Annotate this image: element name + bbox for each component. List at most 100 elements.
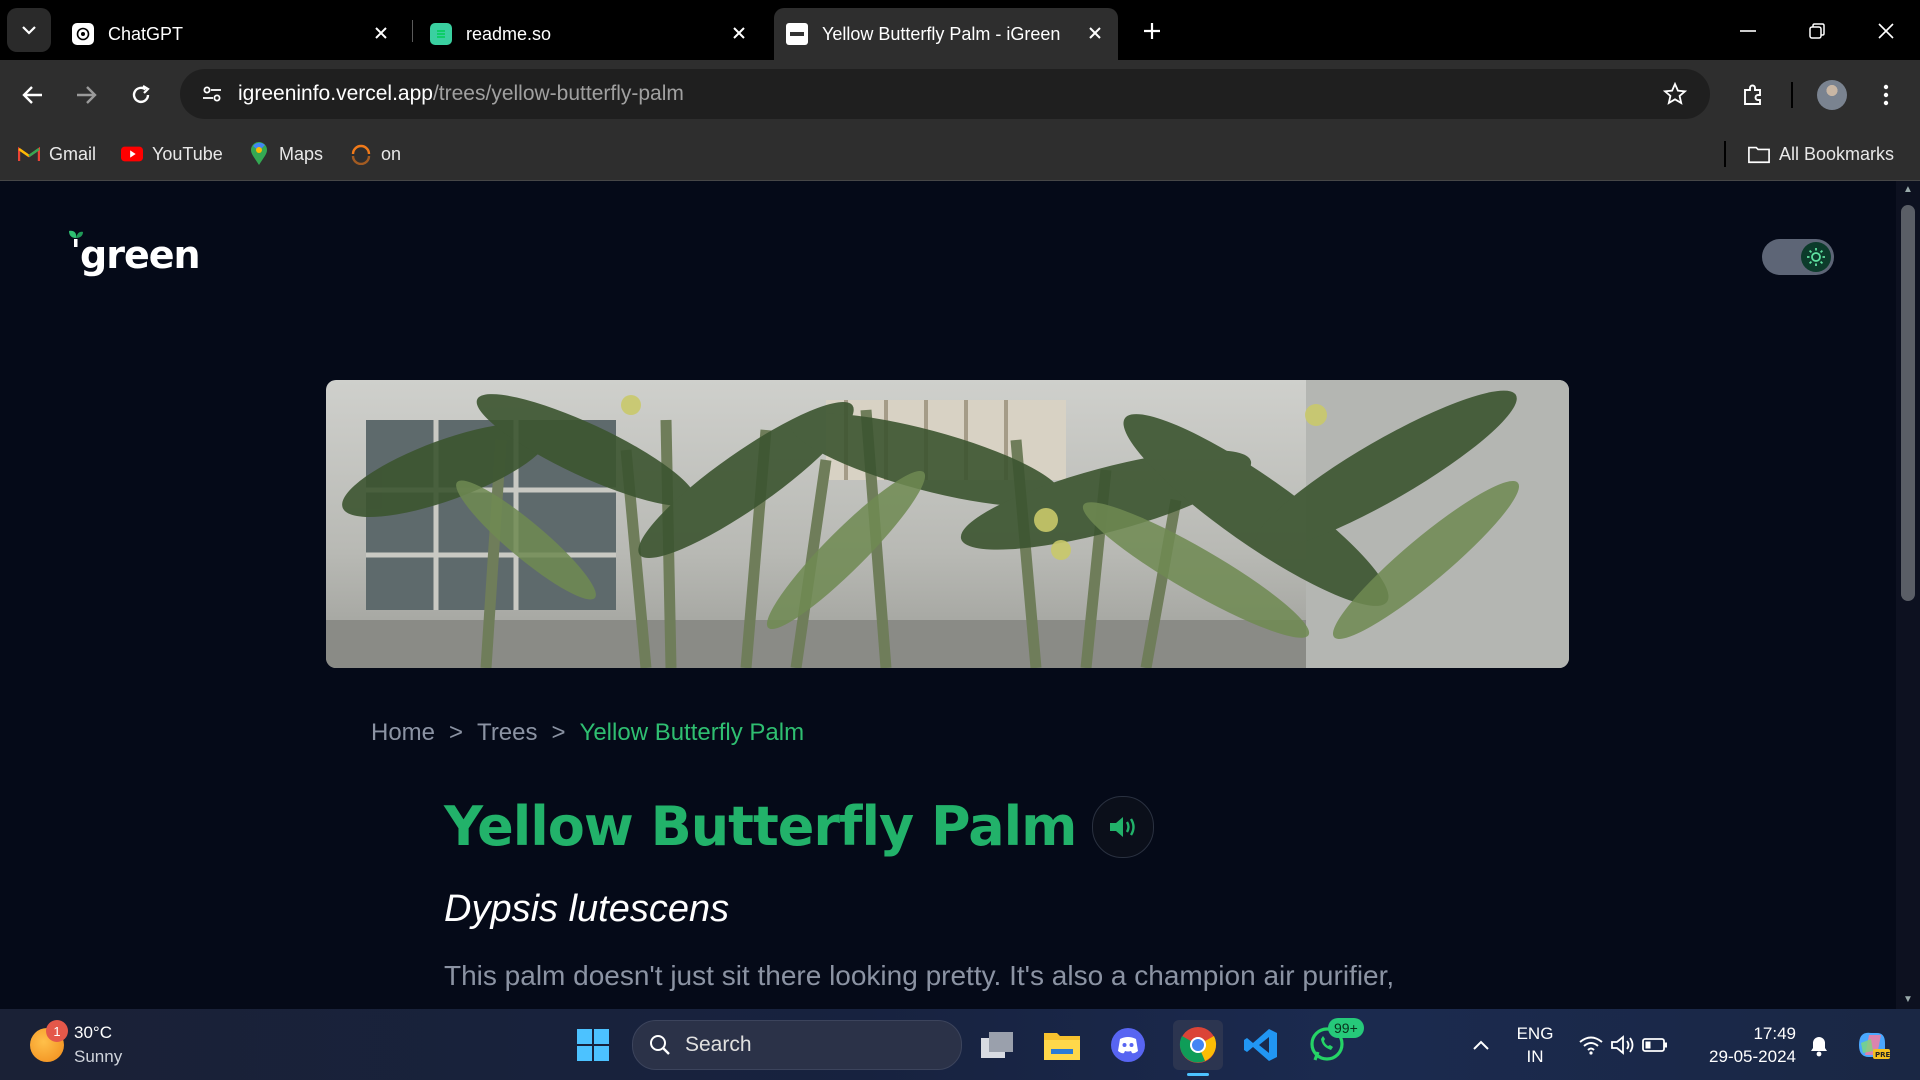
bookmark-star-icon[interactable] bbox=[1660, 79, 1690, 109]
bell-icon bbox=[1811, 1037, 1827, 1057]
arrow-left-icon bbox=[22, 86, 42, 104]
tab-search-button[interactable] bbox=[7, 8, 51, 52]
readme-icon bbox=[430, 23, 452, 45]
breadcrumb-separator: > bbox=[551, 719, 566, 746]
gmail-icon bbox=[18, 143, 40, 165]
breadcrumb-separator: > bbox=[449, 719, 464, 746]
bookmark-gmail[interactable]: Gmail bbox=[18, 140, 96, 168]
copilot-icon: PRE bbox=[1859, 1032, 1891, 1059]
clock[interactable]: 17:49 29-05-2024 bbox=[1700, 1022, 1796, 1068]
avatar bbox=[1817, 80, 1847, 110]
close-icon bbox=[1878, 23, 1894, 39]
sun-icon bbox=[1801, 242, 1831, 272]
notification-badge: 1 bbox=[46, 1020, 68, 1042]
copilot-button[interactable]: PRE bbox=[1852, 1024, 1894, 1066]
site-info-icon[interactable] bbox=[194, 76, 230, 112]
close-window-button[interactable] bbox=[1869, 14, 1903, 48]
svg-text:PRE: PRE bbox=[1875, 1051, 1891, 1059]
search-label: Search bbox=[685, 1033, 752, 1056]
task-view-button[interactable] bbox=[976, 1024, 1018, 1066]
igreen-logo[interactable]: green bbox=[69, 230, 201, 277]
show-hidden-icons-button[interactable] bbox=[1460, 1024, 1502, 1066]
active-app-indicator bbox=[1187, 1073, 1209, 1076]
weather-sun-icon: 1 bbox=[30, 1020, 68, 1062]
forward-button[interactable] bbox=[68, 77, 104, 113]
discord-button[interactable] bbox=[1107, 1024, 1149, 1066]
maps-icon bbox=[248, 142, 270, 165]
loading-icon bbox=[350, 143, 372, 165]
chevron-up-icon bbox=[1473, 1040, 1489, 1050]
start-button[interactable] bbox=[572, 1024, 614, 1066]
tab-divider bbox=[412, 20, 413, 42]
whatsapp-button[interactable]: 99+ bbox=[1306, 1018, 1364, 1066]
extensions-button[interactable] bbox=[1735, 77, 1771, 113]
close-icon[interactable] bbox=[370, 22, 392, 44]
scroll-up-arrow-icon[interactable]: ▲ bbox=[1903, 185, 1913, 195]
vscode-button[interactable] bbox=[1240, 1024, 1282, 1066]
close-icon[interactable] bbox=[1084, 22, 1106, 44]
bookmark-label: All Bookmarks bbox=[1779, 143, 1895, 164]
scroll-down-arrow-icon[interactable]: ▼ bbox=[1903, 995, 1913, 1005]
language-line2: IN bbox=[1526, 1047, 1544, 1066]
breadcrumb-trees-link[interactable]: Trees bbox=[477, 719, 537, 747]
logo-text: green bbox=[80, 233, 201, 277]
restore-button[interactable] bbox=[1800, 14, 1834, 48]
scrollbar-thumb[interactable] bbox=[1901, 205, 1915, 601]
menu-button[interactable] bbox=[1868, 77, 1904, 113]
tab-label: Yellow Butterfly Palm - iGreen bbox=[822, 23, 1061, 44]
all-bookmarks-button[interactable]: All Bookmarks bbox=[1748, 140, 1894, 168]
kebab-menu-icon bbox=[1883, 84, 1889, 106]
profile-button[interactable] bbox=[1814, 77, 1850, 113]
weather-condition: Sunny bbox=[74, 1047, 123, 1066]
restore-icon bbox=[1809, 23, 1825, 39]
bookmark-label: Maps bbox=[279, 143, 324, 164]
minimize-icon bbox=[1740, 30, 1756, 32]
bookmark-label: YouTube bbox=[152, 143, 223, 164]
weather-temp: 30°C bbox=[74, 1023, 112, 1042]
close-icon[interactable] bbox=[728, 22, 750, 44]
chrome-button[interactable] bbox=[1173, 1020, 1223, 1076]
new-tab-button[interactable] bbox=[1135, 14, 1169, 48]
bookmark-youtube[interactable]: YouTube bbox=[121, 140, 223, 168]
bookmark-on[interactable]: on bbox=[350, 140, 401, 168]
quick-settings-button[interactable] bbox=[1578, 1024, 1668, 1066]
speak-button[interactable] bbox=[1092, 795, 1155, 858]
breadcrumb-home-link[interactable]: Home bbox=[371, 719, 435, 747]
chevron-down-icon bbox=[22, 26, 36, 35]
igreen-favicon bbox=[786, 23, 808, 45]
bookmark-label: on bbox=[381, 143, 402, 164]
task-view-icon bbox=[981, 1032, 1013, 1058]
minimize-button[interactable] bbox=[1731, 14, 1765, 48]
notifications-button[interactable] bbox=[1798, 1024, 1840, 1066]
breadcrumb: Home > Trees > Yellow Butterfly Palm bbox=[371, 719, 804, 747]
file-explorer-button[interactable] bbox=[1041, 1024, 1083, 1066]
address-bar[interactable]: igreeninfo.vercel.app/trees/yellow-butte… bbox=[180, 69, 1710, 119]
taskbar: 1 30°C Sunny Search 99+ ENG IN 17:49 29-… bbox=[0, 1009, 1920, 1080]
bookmark-maps[interactable]: Maps bbox=[248, 140, 323, 168]
search-icon bbox=[650, 1035, 670, 1055]
arrow-right-icon bbox=[77, 86, 97, 104]
windows-icon bbox=[577, 1029, 609, 1061]
language-indicator[interactable]: ENG IN bbox=[1510, 1022, 1560, 1068]
bookmarks-divider bbox=[1724, 141, 1726, 167]
back-button[interactable] bbox=[15, 77, 51, 113]
page-viewport: green Home > Trees > Yellow Butterfly Pa… bbox=[0, 181, 1896, 1009]
page-scrollbar[interactable]: ▲ ▼ bbox=[1896, 181, 1920, 1009]
clock-date: 29-05-2024 bbox=[1709, 1047, 1796, 1066]
reload-button[interactable] bbox=[123, 77, 159, 113]
folder-icon bbox=[1748, 143, 1770, 165]
chrome-icon bbox=[1179, 1027, 1217, 1063]
browser-toolbar: igreeninfo.vercel.app/trees/yellow-butte… bbox=[0, 60, 1920, 128]
youtube-icon bbox=[121, 143, 143, 165]
weather-widget[interactable]: 1 30°C Sunny bbox=[30, 1020, 123, 1069]
tab-readme[interactable]: readme.so bbox=[418, 8, 762, 60]
reload-icon bbox=[132, 85, 150, 104]
tab-chatgpt[interactable]: ChatGPT bbox=[60, 8, 404, 60]
bookmark-label: Gmail bbox=[49, 143, 97, 164]
theme-toggle[interactable] bbox=[1762, 239, 1834, 275]
tab-yellow-butterfly-palm[interactable]: Yellow Butterfly Palm - iGreen bbox=[774, 8, 1118, 60]
speaker-icon bbox=[1110, 816, 1136, 837]
taskbar-search[interactable]: Search bbox=[632, 1020, 962, 1070]
url-text: igreeninfo.vercel.app/trees/yellow-butte… bbox=[238, 82, 684, 106]
hero-image bbox=[326, 380, 1569, 668]
